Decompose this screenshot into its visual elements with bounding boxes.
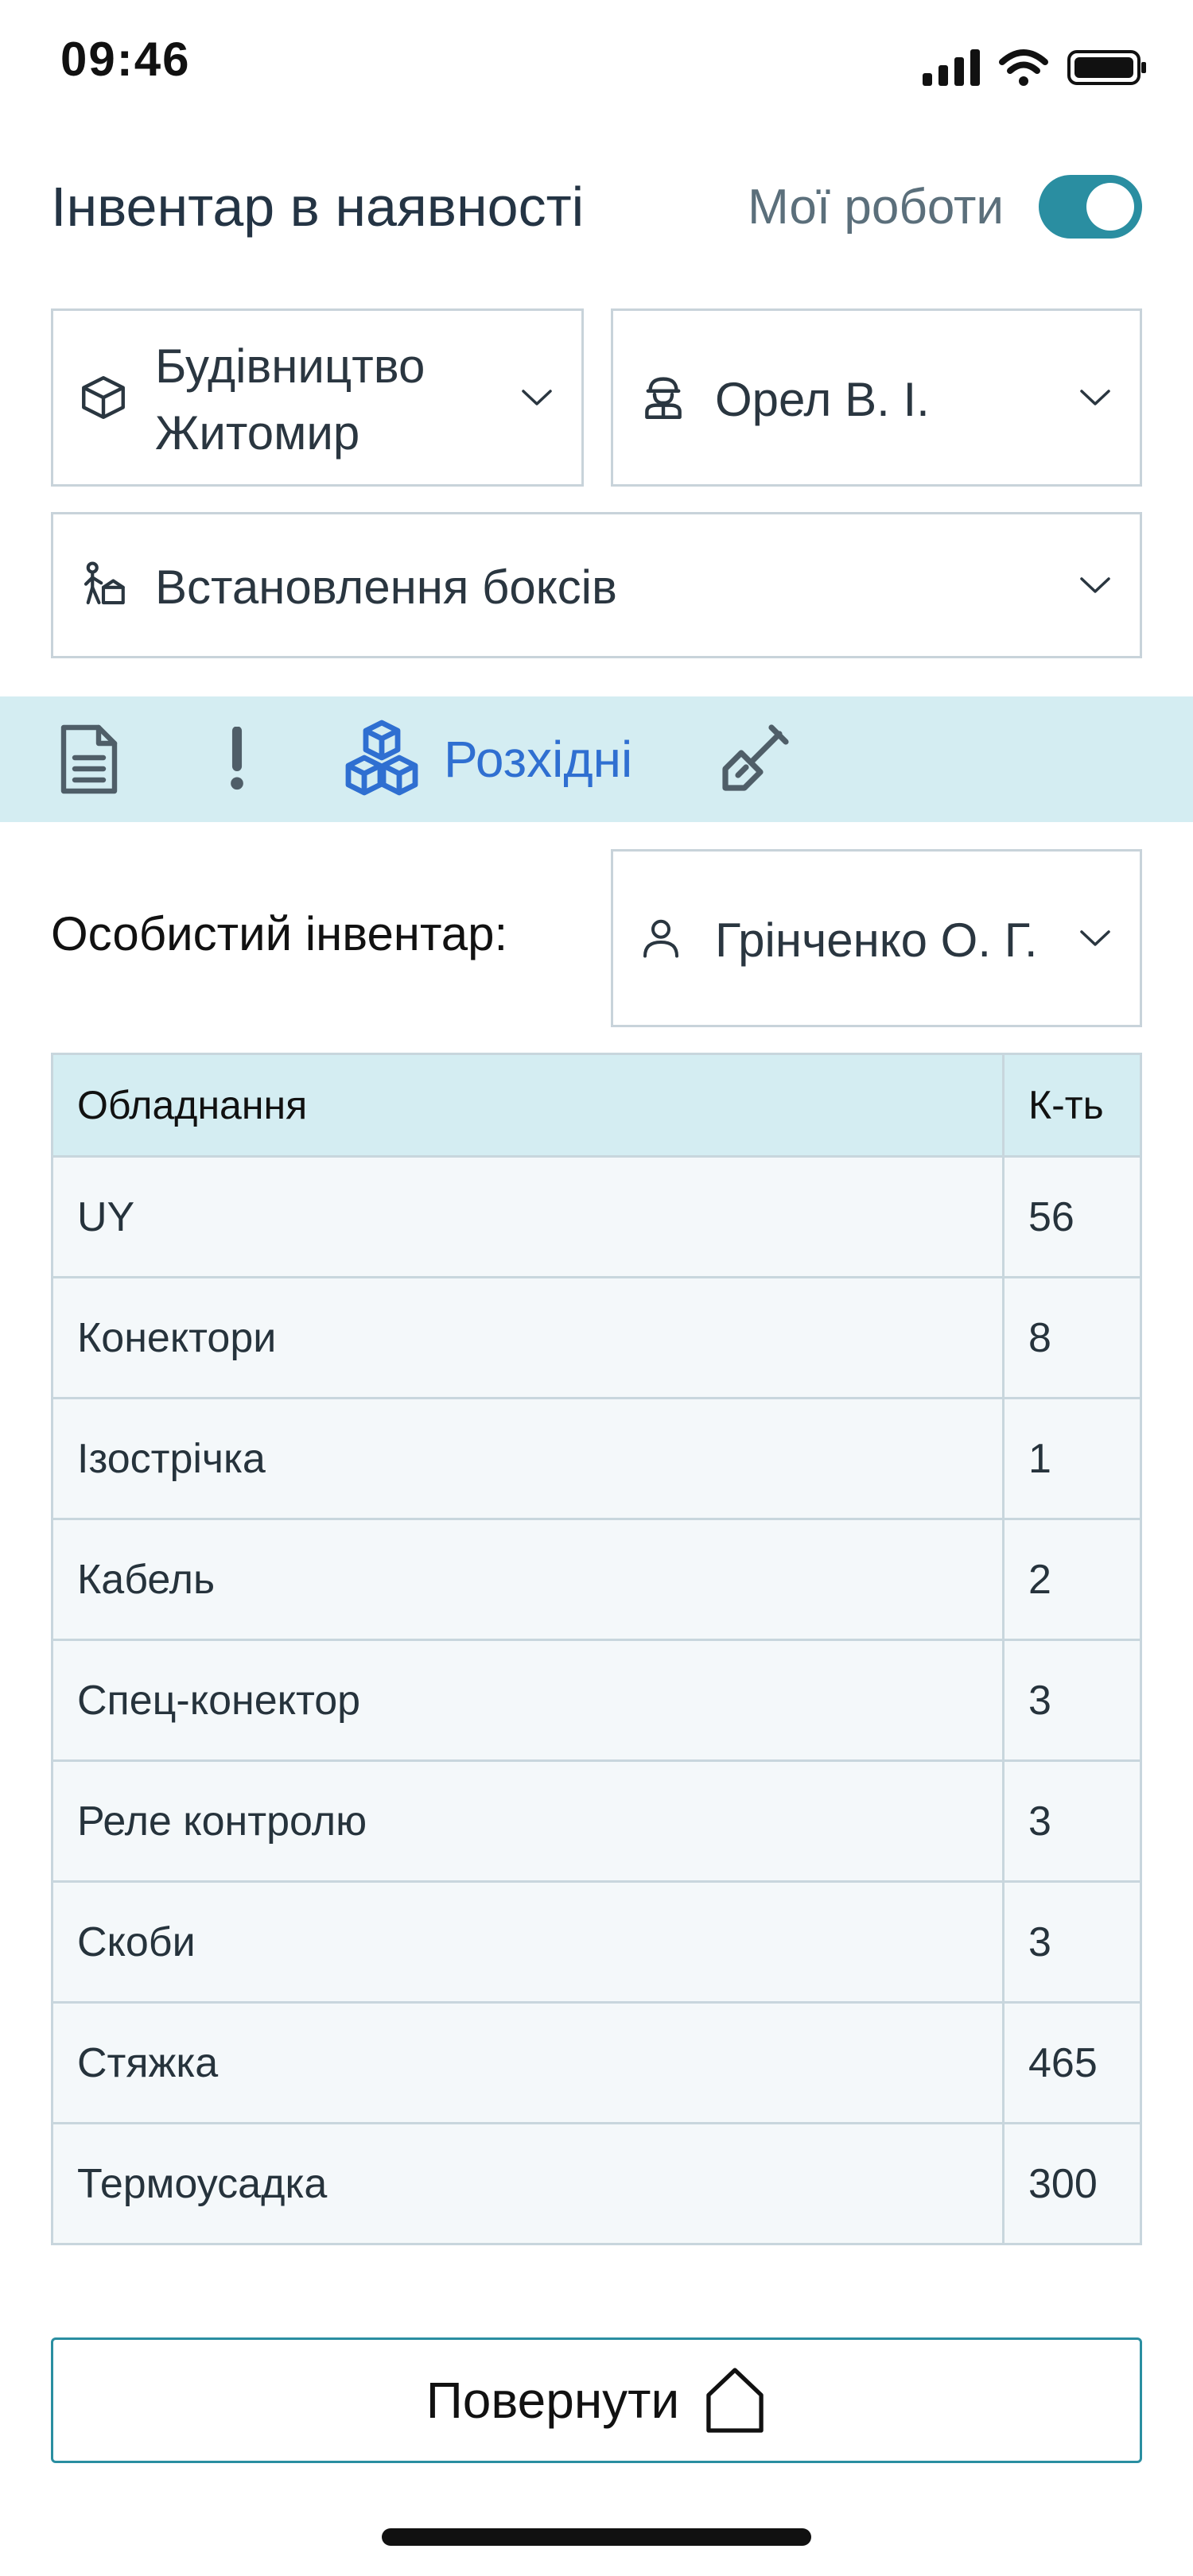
- chevron-down-icon: [1080, 577, 1110, 593]
- header-quantity: К-ть: [1028, 1083, 1104, 1127]
- person-select-value: Грінченко О. Г.: [715, 914, 1038, 967]
- header-equipment: Обладнання: [53, 1055, 1005, 1155]
- status-time: 09:46: [60, 33, 191, 86]
- cell-equipment: Кабель: [53, 1520, 1005, 1639]
- cell-equipment: Стяжка: [53, 2004, 1005, 2122]
- header: Інвентар в наявності Мої роботи: [51, 167, 1142, 246]
- cell-equipment: UY: [53, 1158, 1005, 1276]
- worker-select-value: Орел В. І.: [715, 373, 930, 426]
- task-select-value: Встановлення боксів: [155, 561, 617, 614]
- tab-consumables-label: Розхідні: [444, 731, 633, 788]
- cell-equipment: Скоби: [53, 1883, 1005, 2001]
- return-button[interactable]: Повернути: [51, 2337, 1142, 2463]
- table-header: Обладнання К-ть: [53, 1055, 1140, 1155]
- worker-select[interactable]: Орел В. І.: [611, 308, 1142, 487]
- cell-equipment: Спец-конектор: [53, 1641, 1005, 1759]
- inventory-table: Обладнання К-ть UY 56 Конектори 8 Ізостр…: [51, 1053, 1142, 2245]
- tab-consumables[interactable]: Розхідні: [340, 696, 632, 822]
- cell-equipment: Ізострічка: [53, 1399, 1005, 1518]
- wifi-icon: [999, 49, 1048, 86]
- exclamation-icon: [231, 727, 243, 790]
- cell-equipment: Термоусадка: [53, 2124, 1005, 2243]
- home-indicator: [382, 2528, 811, 2546]
- table-row: Спец-конектор 3: [53, 1639, 1140, 1759]
- status-bar: 09:46: [0, 0, 1193, 127]
- signal-icon: [923, 49, 980, 86]
- cell-quantity: 3: [1028, 1798, 1051, 1845]
- document-icon: [60, 724, 118, 794]
- chevron-down-icon: [1080, 390, 1110, 405]
- task-select[interactable]: Встановлення боксів: [51, 512, 1142, 658]
- tab-bar: Розхідні: [0, 696, 1193, 822]
- personal-inventory-label: Особистий інвентар:: [51, 907, 508, 960]
- cell-quantity: 1: [1028, 1435, 1051, 1482]
- cell-quantity: 8: [1028, 1314, 1051, 1361]
- project-line-2: Житомир: [155, 406, 360, 460]
- toggle-knob: [1086, 183, 1134, 231]
- table-row: Стяжка 465: [53, 2001, 1140, 2122]
- project-select[interactable]: Будівництво Житомир: [51, 308, 584, 487]
- page-title: Інвентар в наявності: [51, 176, 585, 238]
- table-row: Ізострічка 1: [53, 1397, 1140, 1518]
- cubes-icon: [345, 720, 418, 796]
- cell-quantity: 300: [1028, 2160, 1098, 2207]
- cell-quantity: 3: [1028, 1918, 1051, 1965]
- status-icons: [923, 49, 1147, 86]
- return-button-label: Повернути: [426, 2372, 680, 2429]
- cell-quantity: 3: [1028, 1677, 1051, 1724]
- cell-quantity: 2: [1028, 1556, 1051, 1603]
- my-works-toggle-group: Мої роботи: [748, 175, 1142, 239]
- worker-icon: [645, 377, 682, 419]
- person-select[interactable]: Грінченко О. Г.: [611, 849, 1142, 1027]
- shovel-icon: [722, 724, 789, 791]
- tab-issues[interactable]: [223, 696, 251, 822]
- table-row: Скоби 3: [53, 1880, 1140, 2001]
- cell-quantity: 465: [1028, 2039, 1098, 2086]
- table-row: Реле контролю 3: [53, 1759, 1140, 1880]
- cell-quantity: 56: [1028, 1193, 1074, 1240]
- person-icon: [643, 919, 678, 958]
- my-works-toggle[interactable]: [1039, 175, 1142, 239]
- table-row: UY 56: [53, 1155, 1140, 1276]
- tab-documents[interactable]: [57, 696, 121, 822]
- battery-icon: [1067, 50, 1146, 85]
- project-select-value: Будівництво Житомир: [155, 333, 425, 467]
- home-icon: [706, 2368, 764, 2433]
- tab-tools[interactable]: [716, 696, 792, 822]
- installer-icon: [84, 561, 125, 605]
- box-icon: [82, 376, 125, 419]
- table-row: Термоусадка 300: [53, 2122, 1140, 2243]
- chevron-down-icon: [522, 390, 552, 405]
- cell-equipment: Реле контролю: [53, 1762, 1005, 1880]
- project-line-1: Будівництво: [155, 339, 426, 393]
- chevron-down-icon: [1080, 930, 1110, 946]
- table-row: Кабель 2: [53, 1518, 1140, 1639]
- cell-equipment: Конектори: [53, 1278, 1005, 1397]
- table-row: Конектори 8: [53, 1276, 1140, 1397]
- my-works-label: Мої роботи: [748, 179, 1004, 235]
